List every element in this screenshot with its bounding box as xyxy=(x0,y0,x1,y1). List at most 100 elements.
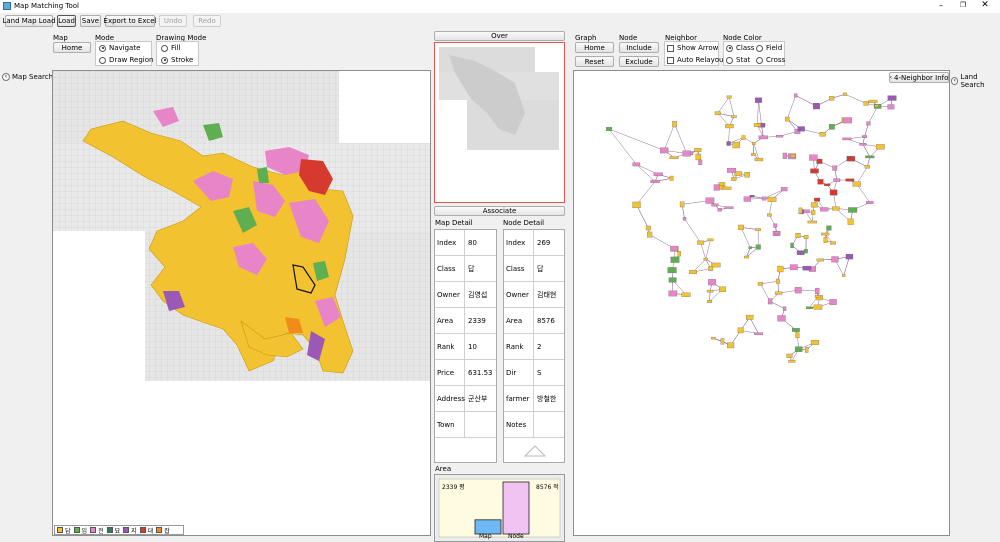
graph-node[interactable] xyxy=(794,346,803,352)
graph-node[interactable] xyxy=(842,117,852,124)
graph-node[interactable] xyxy=(697,240,705,245)
detail-value[interactable] xyxy=(534,412,564,437)
graph-node[interactable] xyxy=(753,123,761,127)
graph-node[interactable] xyxy=(792,328,800,332)
restore-icon[interactable]: ❐ xyxy=(958,1,968,11)
graph-node[interactable] xyxy=(647,231,653,238)
detail-value[interactable]: 답 xyxy=(465,256,496,281)
graph-node[interactable] xyxy=(682,217,687,221)
graph-node[interactable] xyxy=(669,156,679,160)
graph-node[interactable] xyxy=(823,183,831,186)
graph-node[interactable] xyxy=(749,195,755,198)
graph-node[interactable] xyxy=(645,225,651,231)
graph-node[interactable] xyxy=(776,134,784,138)
graph-node[interactable] xyxy=(754,97,762,103)
scroll-up-icon[interactable] xyxy=(524,445,546,457)
graph-home-button[interactable]: Home xyxy=(575,42,614,53)
graph-node[interactable] xyxy=(725,124,734,129)
graph-node[interactable] xyxy=(754,157,764,162)
graph-node[interactable] xyxy=(761,196,767,201)
graph-node[interactable] xyxy=(820,207,829,212)
graph-node[interactable] xyxy=(672,121,677,128)
detail-value[interactable]: 2339 xyxy=(465,308,496,333)
graph-node[interactable] xyxy=(773,223,778,228)
land-search-tab[interactable]: ‹ Land Search xyxy=(951,73,1000,89)
graph-node[interactable] xyxy=(767,298,773,305)
graph-node[interactable] xyxy=(874,104,879,108)
node-include-button[interactable]: Include xyxy=(619,42,659,53)
graph-node[interactable] xyxy=(782,152,787,159)
detail-value[interactable]: 8576 xyxy=(534,308,564,333)
graph-node[interactable] xyxy=(775,278,780,284)
graph-node[interactable] xyxy=(758,135,768,140)
graph-node[interactable] xyxy=(816,258,824,262)
graph-node[interactable] xyxy=(668,290,678,297)
graph-node[interactable] xyxy=(731,177,737,181)
graph-node[interactable] xyxy=(689,270,698,274)
graph-node[interactable] xyxy=(817,179,824,185)
graph-node[interactable] xyxy=(790,242,794,249)
graph-node[interactable] xyxy=(670,256,680,263)
undo-button[interactable]: Undo xyxy=(159,15,187,27)
detail-value[interactable]: 631.53 xyxy=(465,360,496,385)
detail-value[interactable]: 군산부 xyxy=(465,386,496,411)
graph-node[interactable] xyxy=(789,264,798,271)
graph-node[interactable] xyxy=(846,156,853,160)
graph-node[interactable] xyxy=(863,101,869,106)
graph-node[interactable] xyxy=(859,142,867,146)
graph-node[interactable] xyxy=(732,141,740,149)
graph-node[interactable] xyxy=(782,306,787,311)
graph-node[interactable] xyxy=(698,159,703,165)
graph-node[interactable] xyxy=(807,220,817,224)
graph-node[interactable] xyxy=(777,265,784,273)
graph-node[interactable] xyxy=(788,359,796,363)
graph-node[interactable] xyxy=(819,132,826,137)
graph-node[interactable] xyxy=(804,249,808,254)
graph-node[interactable] xyxy=(842,137,852,141)
graph-node[interactable] xyxy=(653,172,663,177)
detail-value[interactable]: 269 xyxy=(534,230,564,255)
map-home-button[interactable]: Home xyxy=(53,42,91,53)
graph-node[interactable] xyxy=(703,257,708,261)
graph-node[interactable] xyxy=(865,155,875,159)
drawing-stroke-radio[interactable]: Stroke xyxy=(161,56,193,64)
graph-node[interactable] xyxy=(708,279,716,286)
graph-node[interactable] xyxy=(774,231,780,235)
detail-value[interactable]: 답 xyxy=(534,256,564,281)
graph-node[interactable] xyxy=(866,121,871,126)
graph-node[interactable] xyxy=(744,171,750,178)
graph-node[interactable] xyxy=(706,300,713,303)
graph-node[interactable] xyxy=(632,162,641,167)
graph-node[interactable] xyxy=(862,135,868,138)
graph-node[interactable] xyxy=(794,287,802,294)
graph-node[interactable] xyxy=(705,197,715,204)
graph-node[interactable] xyxy=(887,95,897,101)
graph-node[interactable] xyxy=(727,342,735,349)
graph-node[interactable] xyxy=(677,251,681,257)
graph-node[interactable] xyxy=(829,189,838,196)
four-neighbor-info-button[interactable]: ‹ 4-Neighbor Info xyxy=(889,72,949,83)
detail-value[interactable]: 2 xyxy=(534,334,564,359)
auto-relayout-checkbox[interactable]: Auto Relayout xyxy=(667,56,726,64)
graph-node[interactable] xyxy=(829,299,837,305)
minimize-icon[interactable]: – xyxy=(936,1,946,11)
load-button[interactable]: Load xyxy=(57,15,76,27)
graph-node[interactable] xyxy=(795,332,800,339)
mode-draw-region-radio[interactable]: Draw Region xyxy=(99,56,153,64)
graph-node[interactable] xyxy=(794,93,798,98)
detail-value[interactable]: S xyxy=(534,360,564,385)
graph-node[interactable] xyxy=(660,147,669,154)
close-icon[interactable]: ✕ xyxy=(980,0,990,10)
over-button[interactable]: Over xyxy=(434,31,565,41)
detail-value[interactable]: 방철한 xyxy=(534,386,564,411)
graph-node[interactable] xyxy=(706,289,714,293)
graph-node[interactable] xyxy=(777,315,786,322)
graph-node[interactable] xyxy=(832,165,838,171)
drawing-fill-radio[interactable]: Fill xyxy=(161,44,180,52)
graph-node[interactable] xyxy=(767,196,777,202)
graph-node[interactable] xyxy=(826,225,832,231)
graph-node[interactable] xyxy=(802,265,812,271)
graph-node[interactable] xyxy=(695,153,702,161)
graph-node[interactable] xyxy=(669,175,674,181)
graph-node[interactable] xyxy=(746,314,754,320)
